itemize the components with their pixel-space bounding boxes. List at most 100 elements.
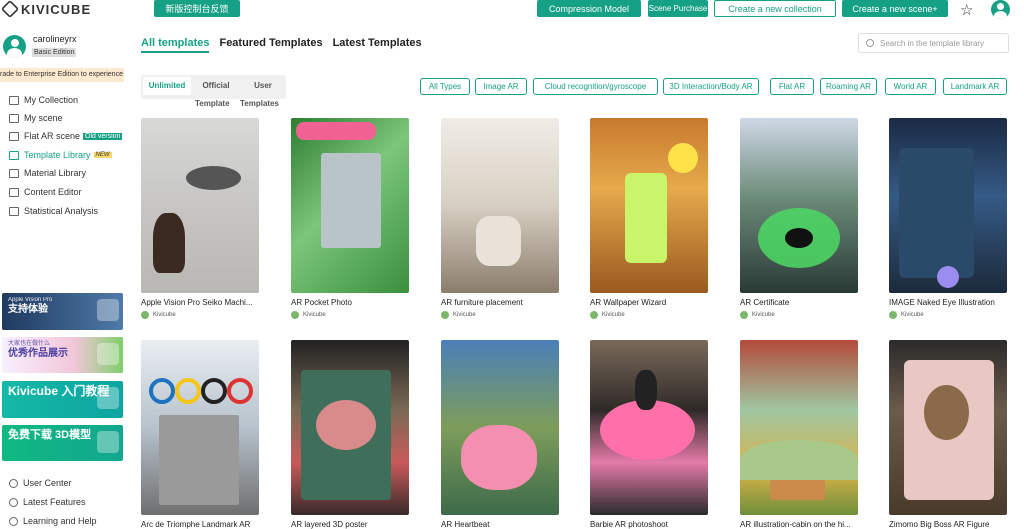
user-avatar-icon[interactable] [991,0,1010,19]
kivicube-icon [291,311,299,319]
star-icon[interactable]: ☆ [960,1,973,19]
template-author: Kivicube [441,311,559,319]
top-bar: KIVICUBE 新版控制台反馈 Compression Model Scene… [0,0,1024,20]
create-scene-button[interactable]: Create a new scene+ [842,0,948,17]
username: carolineyrx [33,34,77,44]
search-icon [866,39,874,47]
edition-badge: Basic Edition [32,48,77,57]
sidebar: carolineyrx Basic Edition rade to Enterp… [0,28,130,529]
filter-roaming-ar[interactable]: Roaming AR [820,78,877,95]
folder-icon [9,95,19,105]
template-card[interactable]: IMAGE Naked Eye Illustration Kivicube [889,118,1007,319]
template-title: Barbie AR photoshoot [590,520,668,529]
banner-small-text: 大家也在做什么 [8,341,51,347]
template-card[interactable]: Barbie AR photoshoot [590,340,708,529]
sidebar-item-user-center[interactable]: User Center [0,475,128,491]
banner-small-text: Apple Vision Pro [8,297,53,303]
template-title: AR layered 3D poster [291,520,368,529]
search-placeholder: Search in the template library [880,38,985,48]
template-thumbnail[interactable] [590,340,708,515]
tab-latest-templates[interactable]: Latest Templates [333,37,422,53]
template-thumbnail[interactable] [141,118,259,293]
template-thumbnail[interactable] [441,118,559,293]
banner-text: 免费下载 3D模型 [8,429,92,441]
sidebar-item-statistical-analysis[interactable]: Statistical Analysis [0,203,128,219]
template-tabs: All templates Featured Templates Latest … [141,37,422,53]
sidebar-item-my-collection[interactable]: My Collection [0,92,128,108]
template-thumbnail[interactable] [291,340,409,515]
segment-official[interactable]: Official [195,77,237,95]
template-thumbnail[interactable] [740,118,858,293]
sidebar-item-learning-help[interactable]: Learning and Help [0,513,128,529]
tab-featured-templates[interactable]: Featured Templates [219,37,322,53]
template-title: Apple Vision Pro Seiko Machi... [141,298,253,307]
template-title: AR Heartbeat [441,520,490,529]
template-card[interactable]: Apple Vision Pro Seiko Machi... Kivicube [141,118,259,319]
segment-user-sub[interactable]: Templates [240,99,279,108]
sidebar-item-content-editor[interactable]: Content Editor [0,184,128,200]
banner-free-3d[interactable]: 免费下载 3D模型 [2,425,123,461]
template-card[interactable]: Arc de Triomphe Landmark AR [141,340,259,529]
template-card[interactable]: AR Certificate Kivicube [740,118,858,319]
filter-flat-ar[interactable]: Flat AR [770,78,814,95]
template-thumbnail[interactable] [590,118,708,293]
feedback-button[interactable]: 新版控制台反馈 [154,0,240,17]
sidebar-item-label: My scene [24,113,63,123]
source-segment: Unlimited Official User [141,75,286,99]
search-input[interactable]: Search in the template library [858,33,1009,53]
create-collection-button[interactable]: Create a new collection [714,0,836,17]
filter-cloud-recognition[interactable]: Cloud recognition/gyroscope [533,78,658,95]
compression-model-button[interactable]: Compression Model [537,0,641,17]
template-card[interactable]: AR furniture placement Kivicube [441,118,559,319]
chart-icon [9,206,19,216]
template-card[interactable]: AR Heartbeat [441,340,559,529]
template-thumbnail[interactable] [441,340,559,515]
upgrade-banner[interactable]: rade to Enterprise Edition to experience… [0,68,124,82]
kivicube-icon [141,311,149,319]
sidebar-item-latest-features[interactable]: Latest Features [0,494,128,510]
user-icon [9,478,18,488]
template-thumbnail[interactable] [291,118,409,293]
type-filters: All Types Image AR Cloud recognition/gyr… [420,78,1020,96]
segment-unlimited[interactable]: Unlimited [143,77,191,95]
logo[interactable]: KIVICUBE [0,0,91,19]
segment-user[interactable]: User [241,77,285,95]
banner-showcase[interactable]: 大家也在做什么 优秀作品展示 [2,337,123,373]
template-card[interactable]: AR illustration-cabin on the hi... [740,340,858,529]
new-badge: NEW [93,152,112,158]
filter-3d-interaction[interactable]: 3D Interaction/Body AR [663,78,759,95]
template-card[interactable]: AR Wallpaper Wizard Kivicube [590,118,708,319]
filter-world-ar[interactable]: World AR [885,78,936,95]
kivicube-icon [441,311,449,319]
sidebar-item-flat-ar-scene[interactable]: Flat AR scene Old version [0,128,128,144]
template-card[interactable]: Zimomo Big Boss AR Figure [889,340,1007,529]
banner-vision-pro[interactable]: Apple Vision Pro 支持体验 [2,293,123,330]
template-title: AR Wallpaper Wizard [590,298,667,307]
sidebar-item-label: Learning and Help [23,516,97,526]
template-thumbnail[interactable] [141,340,259,515]
filter-all-types[interactable]: All Types [420,78,470,95]
filter-landmark-ar[interactable]: Landmark AR [943,78,1007,95]
scene-purchase-button[interactable]: Scene Purchase [648,0,708,17]
avatar[interactable] [3,35,26,58]
sidebar-item-material-library[interactable]: Material Library [0,165,128,181]
sidebar-item-label: My Collection [24,95,79,105]
template-card[interactable]: AR layered 3D poster [291,340,409,529]
segment-official-sub[interactable]: Template [195,99,230,108]
template-thumbnail[interactable] [889,118,1007,293]
template-thumbnail[interactable] [740,340,858,515]
flat-ar-icon [9,131,19,141]
filter-image-ar[interactable]: Image AR [475,78,527,95]
tab-all-templates[interactable]: All templates [141,37,210,53]
banner-tutorial[interactable]: Kivicube 入门教程 [2,381,123,418]
template-author: Kivicube [740,311,858,319]
author-name: Kivicube [153,312,176,318]
author-name: Kivicube [901,312,924,318]
banner-text: 支持体验 [8,303,48,315]
sidebar-item-template-library[interactable]: Template Library NEW [0,147,128,163]
sidebar-item-label: Flat AR scene [24,131,81,141]
sidebar-item-label: Template Library [24,150,91,160]
template-card[interactable]: AR Pocket Photo Kivicube [291,118,409,319]
sidebar-item-my-scene[interactable]: My scene [0,110,128,126]
template-thumbnail[interactable] [889,340,1007,515]
